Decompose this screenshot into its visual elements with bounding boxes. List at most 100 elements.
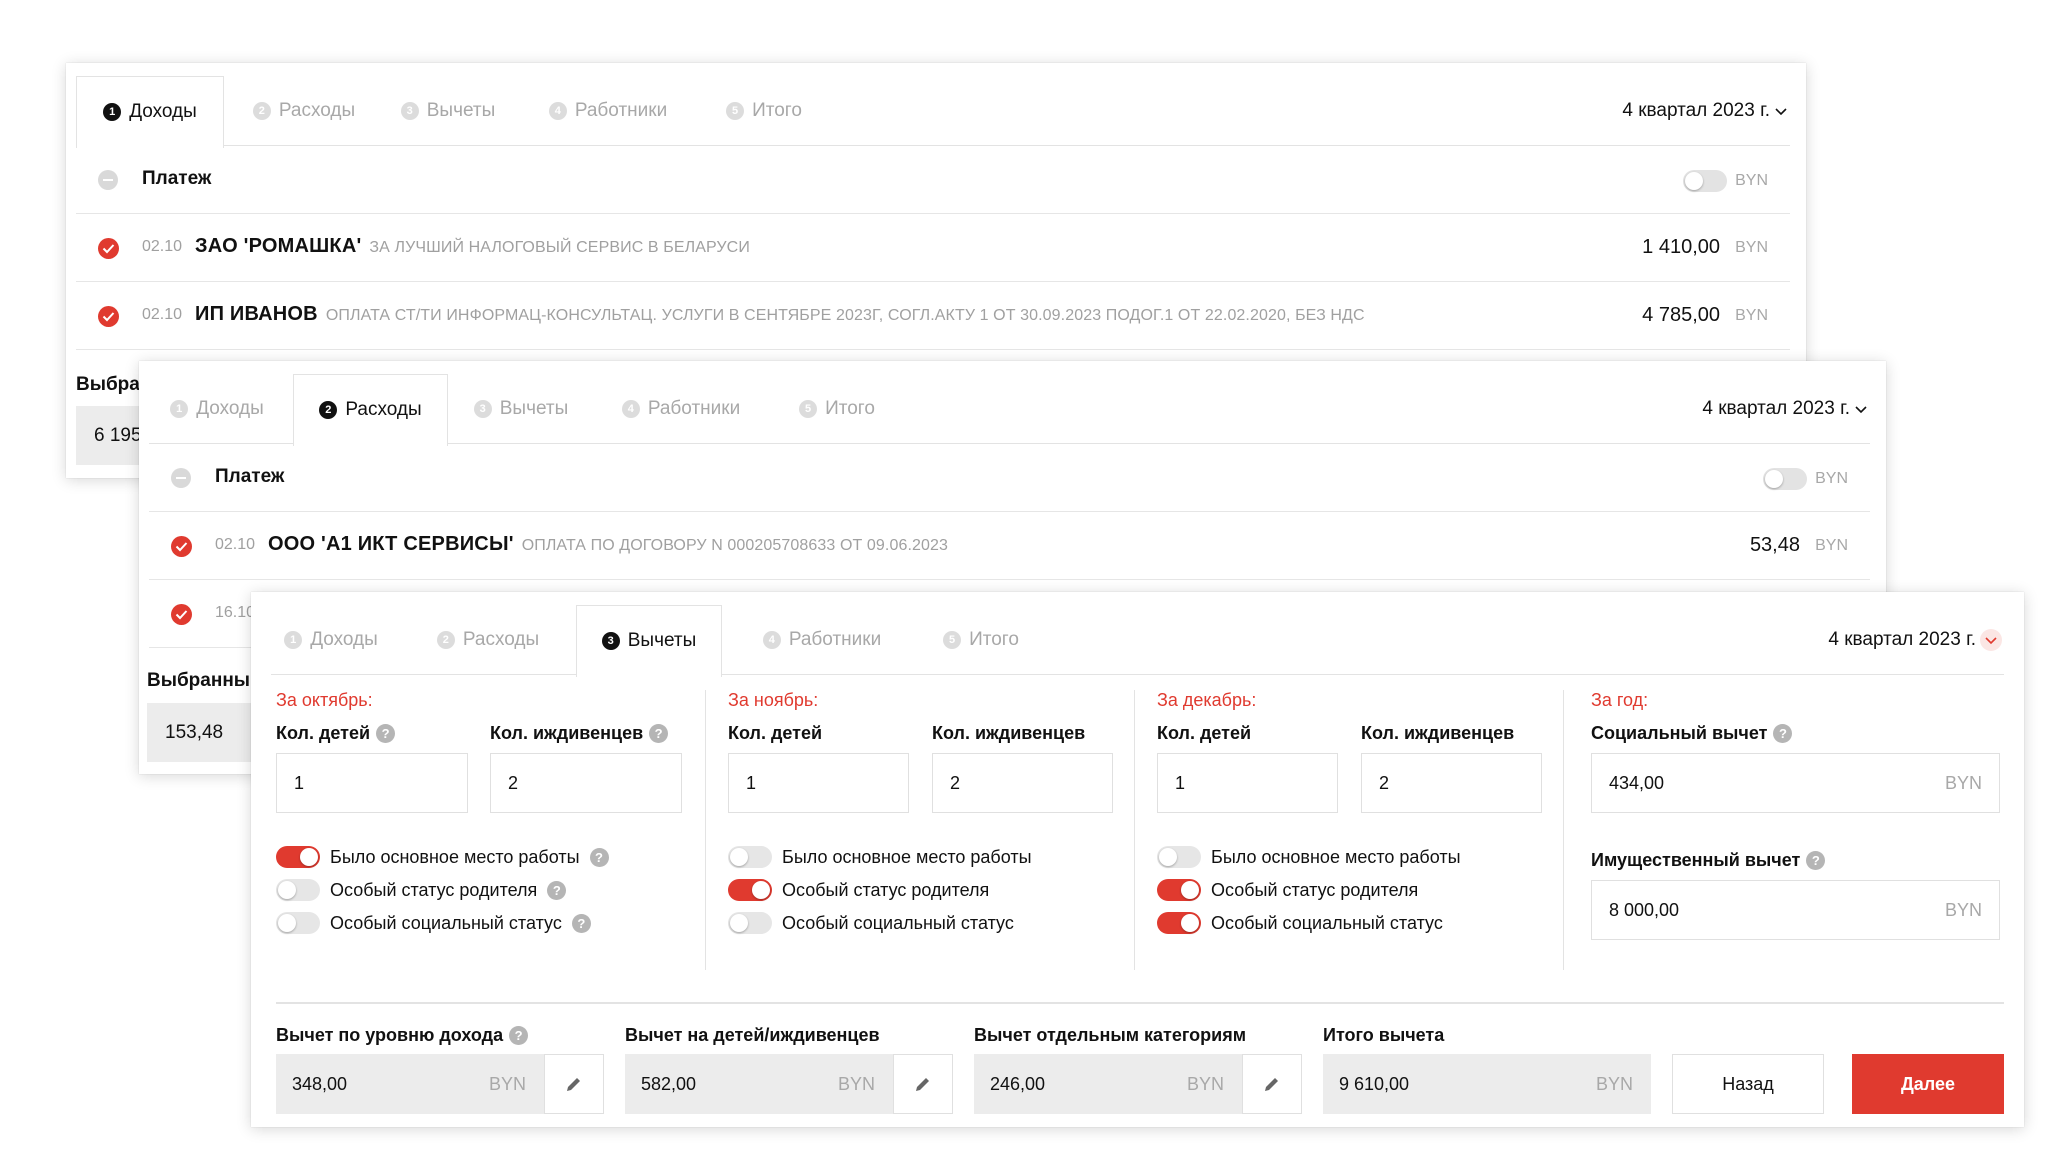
payment-row[interactable]: 02.10 ИП ИВАНОВ ОПЛАТА СТ/ТИ ИНФОРМАЦ-КОН… [76, 282, 1790, 350]
deselect-all-icon[interactable] [98, 170, 118, 190]
toggle-parent-status[interactable]: Особый статус родителя? [276, 879, 567, 901]
social-deduction-input[interactable]: 434,00 BYN [1591, 753, 2000, 813]
social-deduction-value: 434,00 [1609, 772, 1665, 793]
toggle-parent-status[interactable]: Особый статус родителя [1157, 879, 1418, 901]
dependents-count-input[interactable]: 2 [932, 753, 1113, 813]
edit-categories-deduction-button[interactable] [1242, 1054, 1302, 1114]
checkmark-icon[interactable] [171, 604, 192, 625]
payment-date: 16.10 [215, 604, 256, 621]
back-button[interactable]: Назад [1672, 1054, 1824, 1114]
toggle-label: Особый социальный статус [1211, 912, 1443, 933]
period-label: За ноябрь: [728, 690, 819, 710]
total-deduction-field: 9 610,00 BYN [1323, 1054, 1651, 1114]
help-icon[interactable]: ? [649, 724, 669, 743]
toggle-label: Особый статус родителя [330, 879, 538, 900]
tab-income[interactable]: 1 Доходы [149, 374, 285, 444]
dependents-count-input[interactable]: 2 [490, 753, 682, 813]
deselect-all-icon[interactable] [171, 468, 191, 488]
categories-deduction-value: 246,00 [990, 1073, 1046, 1094]
checkmark-icon[interactable] [98, 306, 119, 327]
counterparty-name: ИП ИВАНОВ [195, 303, 318, 325]
currency-switch[interactable] [1683, 170, 1728, 192]
payment-list-header: Платеж BYN [76, 146, 1790, 214]
quarter-select[interactable]: 4 квартал 2023 г. [1702, 374, 1868, 444]
next-button[interactable]: Далее [1852, 1054, 2004, 1114]
toggle-label: Особый социальный статус [330, 912, 562, 933]
property-deduction-input[interactable]: 8 000,00 BYN [1591, 880, 2000, 940]
tab-workers[interactable]: 4 Работники [746, 605, 898, 675]
income-level-label-text: Вычет по уровню дохода [276, 1025, 504, 1045]
tab-number: 5 [799, 400, 818, 418]
checkmark-icon[interactable] [171, 536, 192, 557]
tab-expenses[interactable]: 2 Расходы [423, 605, 553, 675]
help-icon[interactable]: ? [1773, 724, 1793, 743]
tab-number: 3 [601, 632, 620, 651]
help-icon[interactable]: ? [376, 724, 396, 743]
switch[interactable] [276, 846, 320, 868]
switch[interactable] [1157, 846, 1201, 868]
help-icon[interactable]: ? [589, 847, 609, 867]
toggle-label: Особый социальный статус [782, 912, 1014, 933]
help-icon[interactable]: ? [547, 880, 567, 900]
tab-workers[interactable]: 4 Работники [532, 76, 684, 146]
property-deduction-label: Имущественный вычет? [1591, 850, 1826, 871]
toggle-main-job[interactable]: Было основное место работы [728, 846, 1032, 868]
period-label: За год: [1591, 690, 1649, 710]
tab-total[interactable]: 5 Итого [709, 76, 819, 146]
tab-label: Доходы [129, 101, 197, 123]
tab-income[interactable]: 1 Доходы [76, 76, 224, 148]
social-deduction-label: Социальный вычет? [1591, 723, 1793, 744]
help-icon[interactable]: ? [509, 1026, 529, 1045]
switch[interactable] [728, 879, 772, 901]
switch[interactable] [276, 879, 320, 901]
payment-row[interactable]: 02.10 ЗАО 'РОМАШКА' ЗА ЛУЧШИЙ НАЛОГОВЫЙ С… [76, 214, 1790, 282]
income-level-value: 348,00 [292, 1073, 348, 1094]
dependents-label: Кол. иждивенцев [1361, 723, 1515, 743]
currency-switch[interactable] [1763, 468, 1808, 490]
currency-toggle[interactable]: BYN [1683, 170, 1768, 192]
tab-workers[interactable]: 4 Работники [605, 374, 757, 444]
switch[interactable] [1157, 879, 1201, 901]
tab-expenses[interactable]: 2 Расходы [239, 76, 369, 146]
currency-label: BYN [1944, 899, 1982, 920]
tab-deductions[interactable]: 3 Вычеты [576, 605, 722, 677]
toggle-social-status[interactable]: Особый социальный статус? [276, 912, 591, 934]
dependents-count-input[interactable]: 2 [1361, 753, 1542, 813]
toggle-main-job[interactable]: Было основное место работы? [276, 846, 609, 868]
dependents-count-value: 2 [950, 772, 961, 793]
help-icon[interactable]: ? [1806, 851, 1826, 870]
tab-total[interactable]: 5 Итого [782, 374, 892, 444]
children-count-input[interactable]: 1 [728, 753, 909, 813]
tab-bar: 1 Доходы 2 Расходы 3 Вычеты 4 Работники … [76, 76, 1790, 148]
edit-income-level-button[interactable] [544, 1054, 604, 1114]
quarter-select[interactable]: 4 квартал 2023 г. [1828, 605, 2002, 675]
switch[interactable] [728, 912, 772, 934]
chevron-button[interactable] [1980, 629, 2002, 651]
checkmark-icon[interactable] [98, 238, 119, 259]
children-count-input[interactable]: 1 [1157, 753, 1338, 813]
toggle-social-status[interactable]: Особый социальный статус [1157, 912, 1443, 934]
tab-expenses[interactable]: 2 Расходы [293, 374, 448, 446]
currency-toggle[interactable]: BYN [1763, 468, 1848, 490]
children-deduction-value: 582,00 [641, 1073, 697, 1094]
tab-income[interactable]: 1 Доходы [271, 605, 391, 675]
toggle-label: Было основное место работы [1211, 846, 1461, 867]
toggle-social-status[interactable]: Особый социальный статус [728, 912, 1014, 934]
children-count-input[interactable]: 1 [276, 753, 468, 813]
tab-total[interactable]: 5 Итого [926, 605, 1036, 675]
selected-total-value: 6 195 [94, 424, 142, 446]
edit-children-deduction-button[interactable] [893, 1054, 953, 1114]
dependents-label-text: Кол. иждивенцев [490, 723, 644, 743]
toggle-main-job[interactable]: Было основное место работы [1157, 846, 1461, 868]
switch[interactable] [728, 846, 772, 868]
tab-deductions[interactable]: 3 Вычеты [388, 76, 508, 146]
tab-number: 2 [436, 631, 455, 649]
toggle-parent-status[interactable]: Особый статус родителя [728, 879, 989, 901]
help-icon[interactable]: ? [571, 913, 591, 933]
categories-deduction-field: 246,00 BYN [974, 1054, 1242, 1114]
quarter-select[interactable]: 4 квартал 2023 г. [1622, 76, 1788, 146]
switch[interactable] [276, 912, 320, 934]
tab-deductions[interactable]: 3 Вычеты [461, 374, 581, 444]
switch[interactable] [1157, 912, 1201, 934]
payment-row[interactable]: 02.10 ООО 'А1 ИКТ СЕРВИСЫ' ОПЛАТА ПО ДОГО… [149, 512, 1870, 580]
